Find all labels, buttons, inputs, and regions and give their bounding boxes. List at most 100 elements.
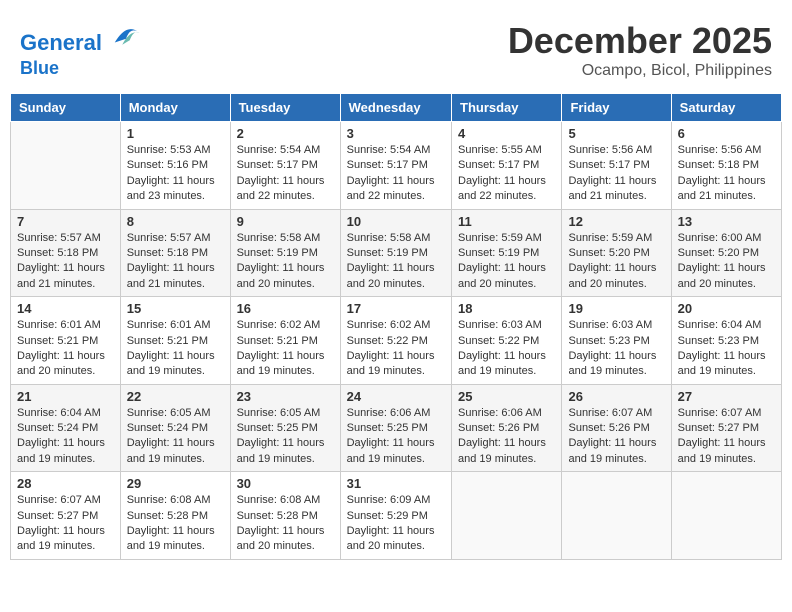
calendar-day-cell: 14 Sunrise: 6:01 AMSunset: 5:21 PMDaylig…	[11, 297, 121, 385]
day-number: 5	[568, 126, 664, 141]
day-info: Sunrise: 6:03 AMSunset: 5:23 PMDaylight:…	[568, 318, 664, 380]
calendar-day-cell: 15 Sunrise: 6:01 AMSunset: 5:21 PMDaylig…	[120, 297, 230, 385]
header-day: Friday	[562, 94, 671, 122]
calendar-body: 1 Sunrise: 5:53 AMSunset: 5:16 PMDayligh…	[11, 122, 782, 560]
calendar-day-cell: 10 Sunrise: 5:58 AMSunset: 5:19 PMDaylig…	[340, 209, 451, 297]
calendar-day-cell	[452, 472, 562, 560]
day-info: Sunrise: 6:04 AMSunset: 5:23 PMDaylight:…	[678, 318, 775, 380]
day-number: 1	[127, 126, 224, 141]
calendar-day-cell: 24 Sunrise: 6:06 AMSunset: 5:25 PMDaylig…	[340, 384, 451, 472]
day-number: 18	[458, 301, 555, 316]
day-number: 11	[458, 214, 555, 229]
day-number: 26	[568, 389, 664, 404]
calendar-day-cell: 22 Sunrise: 6:05 AMSunset: 5:24 PMDaylig…	[120, 384, 230, 472]
calendar-day-cell: 2 Sunrise: 5:54 AMSunset: 5:17 PMDayligh…	[230, 122, 340, 210]
day-number: 6	[678, 126, 775, 141]
day-number: 19	[568, 301, 664, 316]
calendar-day-cell: 25 Sunrise: 6:06 AMSunset: 5:26 PMDaylig…	[452, 384, 562, 472]
day-number: 14	[17, 301, 114, 316]
page-header: General Blue December 2025 Ocampo, Bicol…	[10, 10, 782, 85]
calendar-week-row: 28 Sunrise: 6:07 AMSunset: 5:27 PMDaylig…	[11, 472, 782, 560]
day-info: Sunrise: 5:56 AMSunset: 5:18 PMDaylight:…	[678, 143, 775, 205]
calendar-day-cell: 20 Sunrise: 6:04 AMSunset: 5:23 PMDaylig…	[671, 297, 781, 385]
day-number: 15	[127, 301, 224, 316]
day-number: 25	[458, 389, 555, 404]
calendar-week-row: 21 Sunrise: 6:04 AMSunset: 5:24 PMDaylig…	[11, 384, 782, 472]
logo: General Blue	[20, 20, 141, 79]
calendar-header: SundayMondayTuesdayWednesdayThursdayFrid…	[11, 94, 782, 122]
day-info: Sunrise: 6:03 AMSunset: 5:22 PMDaylight:…	[458, 318, 555, 380]
logo-icon	[111, 20, 141, 50]
calendar-day-cell: 13 Sunrise: 6:00 AMSunset: 5:20 PMDaylig…	[671, 209, 781, 297]
calendar-day-cell: 1 Sunrise: 5:53 AMSunset: 5:16 PMDayligh…	[120, 122, 230, 210]
logo-blue: Blue	[20, 58, 59, 78]
calendar-week-row: 1 Sunrise: 5:53 AMSunset: 5:16 PMDayligh…	[11, 122, 782, 210]
day-info: Sunrise: 5:58 AMSunset: 5:19 PMDaylight:…	[237, 231, 334, 293]
calendar-day-cell: 7 Sunrise: 5:57 AMSunset: 5:18 PMDayligh…	[11, 209, 121, 297]
day-number: 2	[237, 126, 334, 141]
calendar-day-cell: 26 Sunrise: 6:07 AMSunset: 5:26 PMDaylig…	[562, 384, 671, 472]
day-info: Sunrise: 6:02 AMSunset: 5:21 PMDaylight:…	[237, 318, 334, 380]
calendar-day-cell: 21 Sunrise: 6:04 AMSunset: 5:24 PMDaylig…	[11, 384, 121, 472]
calendar-day-cell: 4 Sunrise: 5:55 AMSunset: 5:17 PMDayligh…	[452, 122, 562, 210]
month-title: December 2025	[508, 20, 772, 62]
calendar-day-cell: 23 Sunrise: 6:05 AMSunset: 5:25 PMDaylig…	[230, 384, 340, 472]
header-day: Saturday	[671, 94, 781, 122]
day-info: Sunrise: 5:55 AMSunset: 5:17 PMDaylight:…	[458, 143, 555, 205]
day-number: 4	[458, 126, 555, 141]
day-info: Sunrise: 5:54 AMSunset: 5:17 PMDaylight:…	[237, 143, 334, 205]
calendar-table: SundayMondayTuesdayWednesdayThursdayFrid…	[10, 93, 782, 560]
day-info: Sunrise: 6:01 AMSunset: 5:21 PMDaylight:…	[17, 318, 114, 380]
calendar-day-cell	[671, 472, 781, 560]
day-info: Sunrise: 6:09 AMSunset: 5:29 PMDaylight:…	[347, 493, 445, 555]
header-day: Wednesday	[340, 94, 451, 122]
calendar-day-cell: 27 Sunrise: 6:07 AMSunset: 5:27 PMDaylig…	[671, 384, 781, 472]
calendar-day-cell: 6 Sunrise: 5:56 AMSunset: 5:18 PMDayligh…	[671, 122, 781, 210]
day-number: 17	[347, 301, 445, 316]
day-number: 12	[568, 214, 664, 229]
calendar-day-cell: 31 Sunrise: 6:09 AMSunset: 5:29 PMDaylig…	[340, 472, 451, 560]
day-number: 10	[347, 214, 445, 229]
day-number: 24	[347, 389, 445, 404]
day-info: Sunrise: 6:06 AMSunset: 5:26 PMDaylight:…	[458, 406, 555, 468]
calendar-day-cell: 3 Sunrise: 5:54 AMSunset: 5:17 PMDayligh…	[340, 122, 451, 210]
day-number: 21	[17, 389, 114, 404]
day-info: Sunrise: 6:02 AMSunset: 5:22 PMDaylight:…	[347, 318, 445, 380]
day-number: 3	[347, 126, 445, 141]
day-info: Sunrise: 6:07 AMSunset: 5:26 PMDaylight:…	[568, 406, 664, 468]
day-info: Sunrise: 5:59 AMSunset: 5:19 PMDaylight:…	[458, 231, 555, 293]
day-info: Sunrise: 5:57 AMSunset: 5:18 PMDaylight:…	[127, 231, 224, 293]
calendar-week-row: 14 Sunrise: 6:01 AMSunset: 5:21 PMDaylig…	[11, 297, 782, 385]
day-number: 29	[127, 476, 224, 491]
calendar-day-cell: 28 Sunrise: 6:07 AMSunset: 5:27 PMDaylig…	[11, 472, 121, 560]
calendar-day-cell	[562, 472, 671, 560]
calendar-day-cell: 5 Sunrise: 5:56 AMSunset: 5:17 PMDayligh…	[562, 122, 671, 210]
calendar-day-cell: 18 Sunrise: 6:03 AMSunset: 5:22 PMDaylig…	[452, 297, 562, 385]
logo-general: General	[20, 30, 102, 55]
calendar-day-cell: 17 Sunrise: 6:02 AMSunset: 5:22 PMDaylig…	[340, 297, 451, 385]
day-number: 7	[17, 214, 114, 229]
calendar-day-cell: 8 Sunrise: 5:57 AMSunset: 5:18 PMDayligh…	[120, 209, 230, 297]
calendar-day-cell: 30 Sunrise: 6:08 AMSunset: 5:28 PMDaylig…	[230, 472, 340, 560]
day-info: Sunrise: 6:07 AMSunset: 5:27 PMDaylight:…	[17, 493, 114, 555]
day-info: Sunrise: 5:59 AMSunset: 5:20 PMDaylight:…	[568, 231, 664, 293]
title-block: December 2025 Ocampo, Bicol, Philippines	[508, 20, 772, 80]
calendar-day-cell: 11 Sunrise: 5:59 AMSunset: 5:19 PMDaylig…	[452, 209, 562, 297]
day-info: Sunrise: 6:08 AMSunset: 5:28 PMDaylight:…	[127, 493, 224, 555]
day-number: 27	[678, 389, 775, 404]
header-day: Sunday	[11, 94, 121, 122]
day-number: 31	[347, 476, 445, 491]
day-info: Sunrise: 5:57 AMSunset: 5:18 PMDaylight:…	[17, 231, 114, 293]
day-info: Sunrise: 5:56 AMSunset: 5:17 PMDaylight:…	[568, 143, 664, 205]
day-number: 30	[237, 476, 334, 491]
calendar-day-cell: 9 Sunrise: 5:58 AMSunset: 5:19 PMDayligh…	[230, 209, 340, 297]
header-day: Tuesday	[230, 94, 340, 122]
day-info: Sunrise: 6:01 AMSunset: 5:21 PMDaylight:…	[127, 318, 224, 380]
location-title: Ocampo, Bicol, Philippines	[508, 62, 772, 80]
calendar-day-cell: 19 Sunrise: 6:03 AMSunset: 5:23 PMDaylig…	[562, 297, 671, 385]
header-day: Monday	[120, 94, 230, 122]
calendar-day-cell: 16 Sunrise: 6:02 AMSunset: 5:21 PMDaylig…	[230, 297, 340, 385]
day-number: 16	[237, 301, 334, 316]
day-number: 23	[237, 389, 334, 404]
day-info: Sunrise: 5:53 AMSunset: 5:16 PMDaylight:…	[127, 143, 224, 205]
